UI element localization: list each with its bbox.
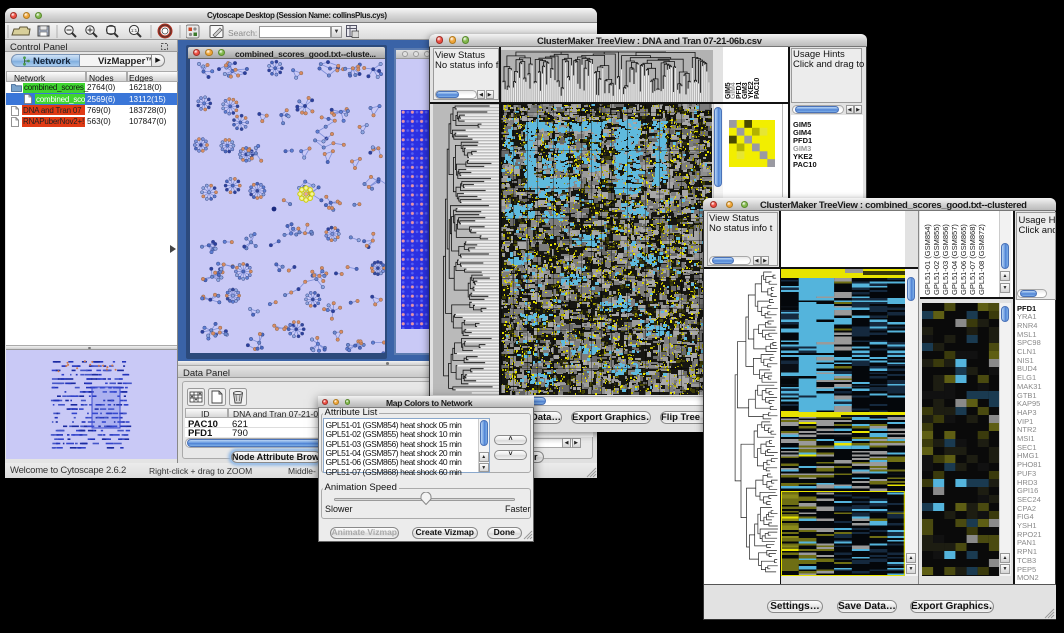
svg-text:1:1: 1:1 xyxy=(131,28,138,33)
